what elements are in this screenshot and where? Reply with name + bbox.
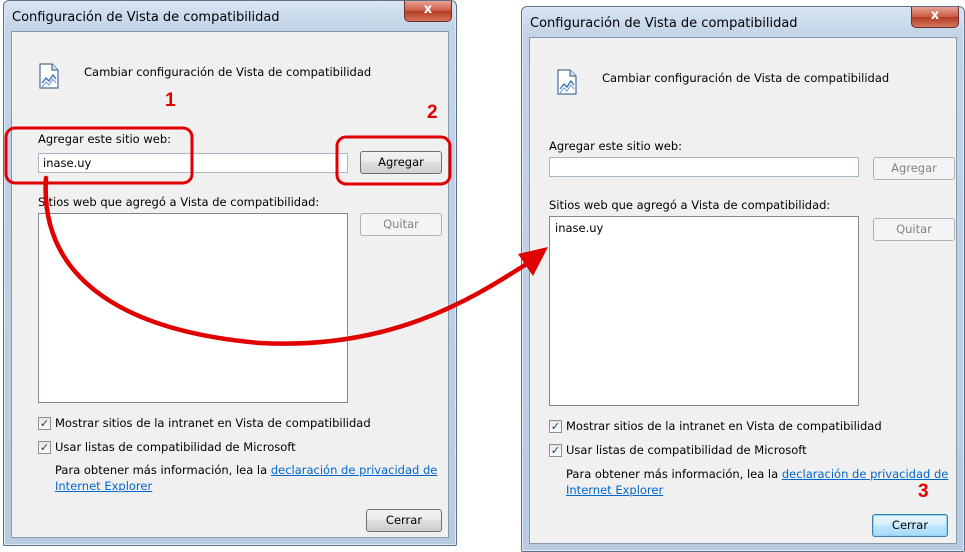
close-button[interactable]: Cerrar: [872, 514, 948, 537]
compatibility-view-icon: [557, 69, 577, 95]
intranet-checkbox-label: Mostrar sitios de la intranet en Vista d…: [566, 419, 882, 433]
privacy-link[interactable]: declaración de privacidad de: [271, 463, 438, 477]
info-text-prefix: Para obtener más información, lea la: [55, 463, 271, 477]
sites-list-label: Sitios web que agregó a Vista de compati…: [549, 198, 831, 212]
header-text: Cambiar configuración de Vista de compat…: [602, 71, 890, 85]
sites-listbox[interactable]: [38, 213, 348, 403]
intranet-checkbox[interactable]: ✓: [549, 420, 562, 433]
intranet-checkbox-label: Mostrar sitios de la intranet en Vista d…: [55, 416, 371, 430]
remove-button[interactable]: Quitar: [360, 213, 442, 236]
dialog-client-area: Cambiar configuración de Vista de compat…: [529, 37, 957, 544]
sites-listbox[interactable]: inase.uy: [549, 216, 859, 406]
privacy-link-line2[interactable]: Internet Explorer: [55, 479, 152, 493]
close-window-button[interactable]: x: [404, 1, 452, 22]
remove-button[interactable]: Quitar: [873, 218, 955, 241]
add-site-input[interactable]: [549, 157, 859, 177]
close-window-button[interactable]: x: [911, 7, 959, 28]
dialog-title: Configuración de Vista de compatibilidad: [530, 16, 798, 31]
info-text: Para obtener más información, lea la dec…: [55, 463, 437, 477]
microsoft-list-checkbox[interactable]: ✓: [38, 441, 51, 454]
header-text: Cambiar configuración de Vista de compat…: [84, 65, 372, 79]
add-site-label: Agregar este sitio web:: [38, 132, 171, 146]
microsoft-list-checkbox-label: Usar listas de compatibilidad de Microso…: [566, 443, 807, 457]
dialog-title: Configuración de Vista de compatibilidad: [12, 10, 280, 25]
step-3-label: 3: [918, 481, 929, 502]
intranet-checkbox[interactable]: ✓: [38, 417, 51, 430]
microsoft-list-checkbox-label: Usar listas de compatibilidad de Microso…: [55, 440, 296, 454]
dialog-client-area: Cambiar configuración de Vista de compat…: [11, 31, 449, 538]
step-1-label: 1: [165, 90, 176, 111]
add-site-input[interactable]: inase.uy: [38, 153, 348, 173]
add-site-label: Agregar este sitio web:: [549, 139, 682, 153]
compatibility-view-icon: [39, 63, 59, 89]
add-button[interactable]: Agregar: [360, 151, 442, 174]
close-button[interactable]: Cerrar: [366, 509, 442, 532]
sites-list-label: Sitios web que agregó a Vista de compati…: [38, 195, 320, 209]
add-button[interactable]: Agregar: [873, 157, 955, 180]
dialog-right: Configuración de Vista de compatibilidad…: [521, 6, 965, 552]
info-text-prefix: Para obtener más información, lea la: [566, 467, 782, 481]
microsoft-list-checkbox[interactable]: ✓: [549, 444, 562, 457]
list-item[interactable]: inase.uy: [555, 221, 603, 235]
step-2-label: 2: [427, 102, 438, 123]
privacy-link[interactable]: declaración de privacidad de: [782, 467, 949, 481]
info-text: Para obtener más información, lea la dec…: [566, 467, 948, 481]
dialog-left: Configuración de Vista de compatibilidad…: [3, 0, 457, 546]
privacy-link-line2[interactable]: Internet Explorer: [566, 483, 663, 497]
